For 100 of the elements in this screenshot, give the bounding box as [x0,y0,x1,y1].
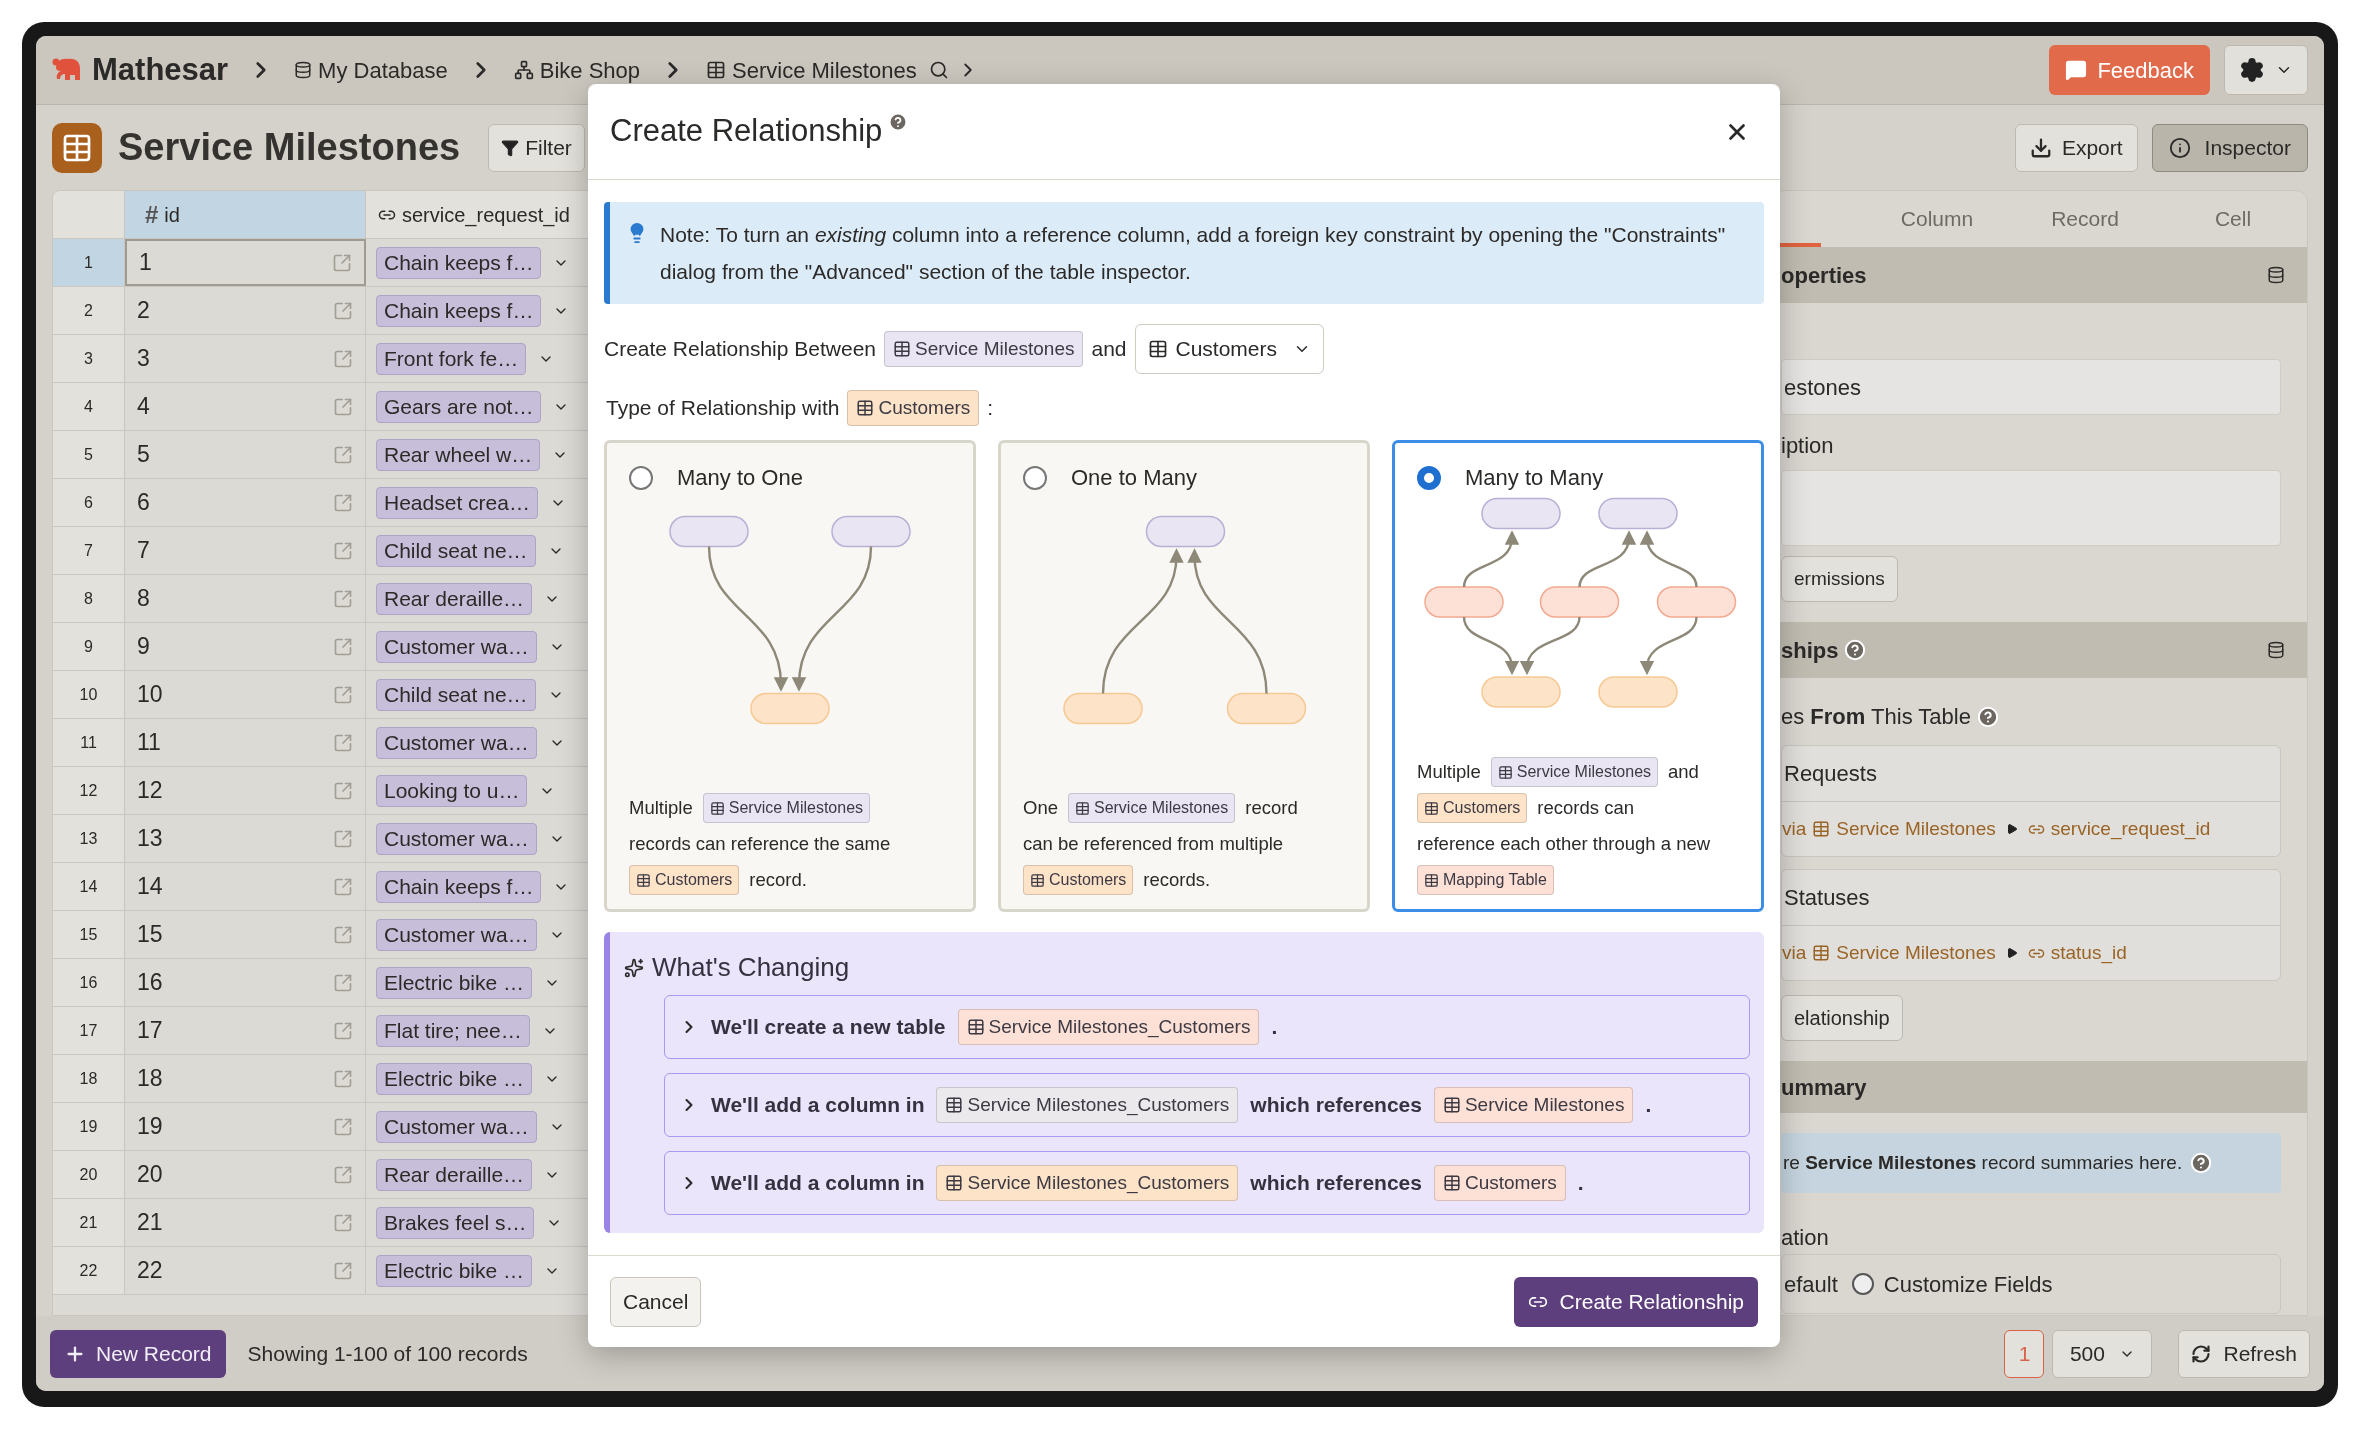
export-button[interactable]: Export [2014,123,2138,172]
table-name: Service Milestones [915,336,1075,361]
table-cell-text: 3 [137,344,150,374]
row-number[interactable]: 3 [53,335,125,382]
row-number[interactable]: 6 [53,479,125,526]
row-number[interactable]: 1 [53,239,125,286]
subsection-title: es From This Table [1781,703,1971,731]
breadcrumb-link[interactable]: Service Milestones [706,53,917,87]
description-field[interactable] [1781,470,2281,546]
linked-record-tag[interactable]: Rear wheel w… [376,438,541,471]
linked-record-tag[interactable]: Gears are not… [376,390,542,423]
relationship-card[interactable]: Requests via Service Milestones service_request_id [1781,745,2281,857]
linked-record-tag[interactable]: Flat tire; nee… [376,1014,530,1047]
linked-record-tag[interactable]: Customer wa… [376,630,537,663]
row-number[interactable]: 21 [53,1199,125,1246]
radio-button[interactable] [1417,465,1441,490]
row-number[interactable]: 17 [53,1007,125,1054]
refresh-button[interactable]: Refresh [2178,1329,2310,1378]
row-number[interactable]: 18 [53,1055,125,1102]
linked-record-tag[interactable]: Customer wa… [376,822,537,855]
row-number[interactable]: 9 [53,623,125,670]
linked-record-tag[interactable]: Looking to u… [376,774,528,807]
search-icon[interactable] [928,60,949,80]
refresh-icon [2191,1343,2212,1364]
row-number[interactable]: 2 [53,287,125,334]
table-icon [1424,872,1439,888]
linked-record-tag[interactable]: Electric bike … [376,1062,533,1095]
linked-record-tag[interactable]: Electric bike … [376,966,533,999]
linked-record-tag[interactable]: Chain keeps f… [376,246,542,279]
settings-button[interactable] [2224,45,2308,95]
change-item[interactable]: We'll add a column in Service Milestones_Customers which references Service Milestones . [664,1073,1750,1137]
linked-record-tag[interactable]: Child seat ne… [376,678,536,711]
inspector-tab[interactable]: Cell [2159,191,2307,247]
table-name: Customers [878,395,971,420]
linked-record-tag[interactable]: Chain keeps f… [376,870,542,903]
change-item[interactable]: We'll create a new table Service Milestones_Customers . [664,995,1750,1059]
name-field[interactable]: estones [1781,359,2281,415]
row-number[interactable]: 12 [53,767,125,814]
relationship-type-card[interactable]: Many to Many Multiple Service Milestones and Customers records can reference each other through a new Mapping Table [1392,440,1764,912]
inspector-tab[interactable]: Column [1863,191,2011,247]
breadcrumb-link[interactable]: Bike Shop [513,53,641,87]
linked-record-tag[interactable]: Rear deraille… [376,582,533,615]
linked-record-tag[interactable]: Rear deraille… [376,1158,533,1191]
table-cell-text: 6 [137,488,150,518]
linked-record-tag[interactable]: Customer wa… [376,726,537,759]
row-number[interactable]: 22 [53,1247,125,1294]
table-name: Customers [1464,1170,1557,1195]
row-number[interactable]: 11 [53,719,125,766]
breadcrumb-link[interactable]: My Database [294,53,448,87]
table-select[interactable]: Customers [1134,324,1325,374]
relationship-card[interactable]: Statuses via Service Milestones status_id [1781,869,2281,981]
page-size-select[interactable]: 500 [2052,1329,2153,1378]
row-number[interactable]: 16 [53,959,125,1006]
database-icon [294,61,313,79]
radio-button[interactable] [629,465,653,490]
table-cell-text: 5 [137,440,150,470]
linked-record-tag[interactable]: Electric bike … [376,1254,533,1287]
row-number[interactable]: 19 [53,1103,125,1150]
create-relationship-button[interactable]: Create Relationship [1513,1276,1758,1327]
row-number[interactable]: 5 [53,431,125,478]
table-name: Service Milestones_Customers [988,1014,1251,1040]
hash-icon: # [145,196,159,233]
new-relationship-button[interactable]: elationship [1781,995,1903,1041]
cancel-button[interactable]: Cancel [610,1276,702,1327]
column-header[interactable]: # id [125,191,366,238]
linked-record-tag[interactable]: Customer wa… [376,1110,537,1143]
radio-button[interactable] [1023,465,1047,490]
new-record-button[interactable]: New Record [50,1329,226,1378]
customize-fields-radio[interactable]: Customize Fields [1851,1267,2053,1301]
filter-button[interactable]: Filter [488,123,585,172]
linked-record-tag[interactable]: Child seat ne… [376,534,536,567]
app-name[interactable]: Mathesar [92,46,229,94]
row-number[interactable]: 4 [53,383,125,430]
option-label: Many to One [677,464,803,492]
row-number[interactable]: 8 [53,575,125,622]
column-name: status_id [2050,940,2127,966]
relationship-type-card[interactable]: Many to One Multiple Service Milestones records can reference the same Customers record. [604,440,976,912]
help-icon [888,112,909,132]
row-number[interactable]: 7 [53,527,125,574]
inspector-tab[interactable]: Record [2011,191,2159,247]
linked-record-tag[interactable]: Front fork fe… [376,342,527,375]
row-number[interactable]: 14 [53,863,125,910]
row-number[interactable]: 10 [53,671,125,718]
database-icon [2267,641,2285,659]
inspector-button[interactable]: Inspector [2151,123,2308,172]
relationship-type-card[interactable]: One to Many One Service Milestones record can be referenced from multiple Customers records. [998,440,1370,912]
field-label: iption [1781,432,1835,460]
filter-icon [501,138,520,157]
database-icon [2267,266,2285,284]
row-number[interactable]: 20 [53,1151,125,1198]
linked-record-tag[interactable]: Customer wa… [376,918,537,951]
linked-record-tag[interactable]: Brakes feel s… [376,1206,535,1239]
table-icon [1812,944,1831,962]
row-number[interactable]: 15 [53,911,125,958]
permissions-button[interactable]: ermissions [1781,556,1898,602]
change-item[interactable]: We'll add a column in Service Milestones_Customers which references Customers . [664,1151,1750,1215]
row-number[interactable]: 13 [53,815,125,862]
linked-record-tag[interactable]: Headset crea… [376,486,538,519]
linked-record-tag[interactable]: Chain keeps f… [376,294,542,327]
sparkles-icon [624,957,644,978]
